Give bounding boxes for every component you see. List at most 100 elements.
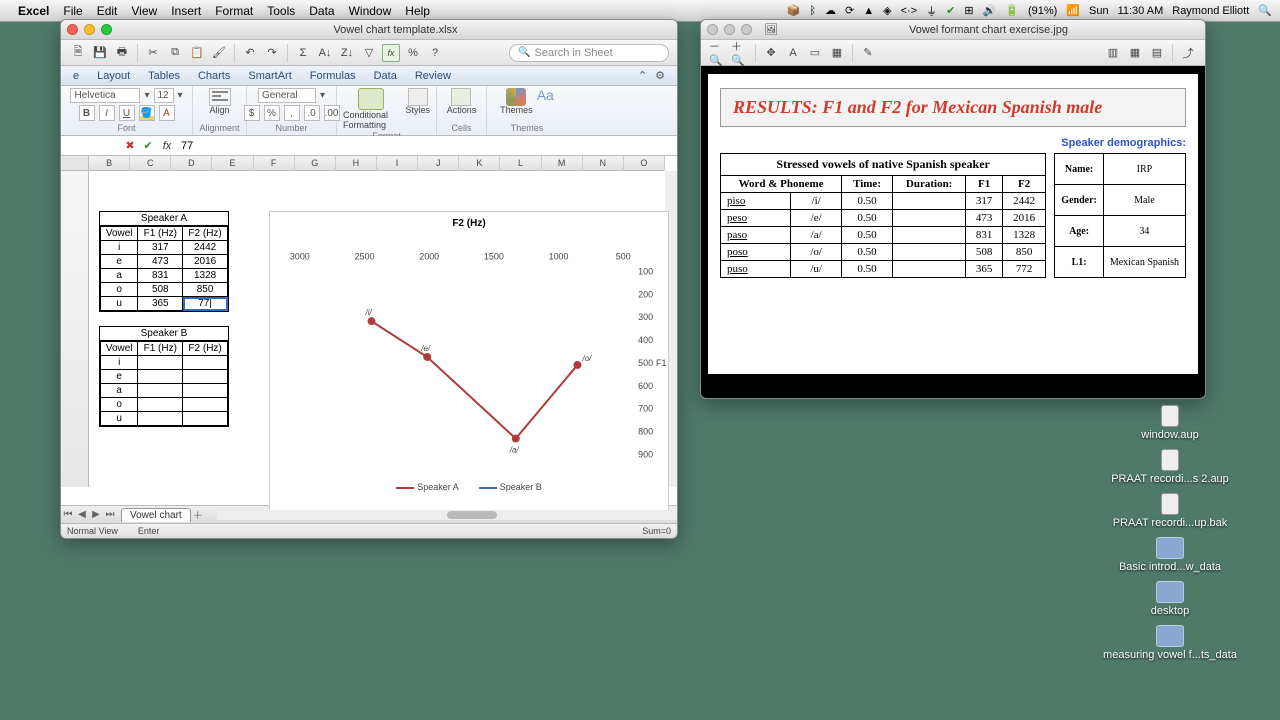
bold-button[interactable]: B (79, 105, 95, 121)
menu-window[interactable]: Window (349, 4, 392, 18)
sheet-tab[interactable]: Vowel chart (121, 508, 191, 522)
menu-help[interactable]: Help (405, 4, 430, 18)
conditional-formatting-button[interactable]: Conditional Formatting (343, 88, 399, 131)
diamond-icon[interactable]: ◈ (883, 4, 891, 17)
move-tool-icon[interactable]: ✥ (762, 44, 780, 62)
menuextra-icon[interactable]: 📦 (787, 4, 801, 17)
ribbon-tab-review[interactable]: Review (415, 70, 451, 82)
sidebar-hide-icon[interactable]: ▤ (1148, 44, 1166, 62)
sync-icon[interactable]: ⟳ (845, 4, 854, 17)
sidebar-thumbs-icon[interactable]: ▥ (1104, 44, 1122, 62)
select-all-corner[interactable] (61, 156, 89, 171)
battery-icon[interactable]: 🔋 (1005, 4, 1019, 17)
number-format-select[interactable]: General (258, 88, 316, 103)
filter-icon[interactable]: ▽ (360, 44, 378, 62)
view-mode[interactable]: Normal View (67, 526, 118, 536)
percent-icon[interactable]: % (404, 44, 422, 62)
font-color-button[interactable]: A (159, 105, 175, 121)
desktop-folder[interactable]: Basic introd...w_data (1090, 537, 1250, 573)
actions-button[interactable]: Actions (447, 88, 477, 116)
comma-button[interactable]: , (284, 105, 300, 121)
codecov-icon[interactable]: <·> (901, 5, 918, 17)
font-size-chevron-icon[interactable]: ▾ (178, 90, 183, 101)
menu-data[interactable]: Data (309, 4, 334, 18)
zoom-in-icon[interactable]: ＋🔍 (731, 44, 749, 62)
fill-color-button[interactable]: 🪣 (139, 105, 155, 121)
sum-icon[interactable]: Σ (294, 44, 312, 62)
share-icon[interactable]: ⤴ (1179, 44, 1197, 62)
desktop-file[interactable]: PRAAT recordi...s 2.aup (1090, 449, 1250, 485)
clock-time[interactable]: 11:30 AM (1118, 5, 1164, 17)
first-sheet-icon[interactable]: ⏮ (61, 509, 75, 520)
undo-icon[interactable]: ↶ (241, 44, 259, 62)
last-sheet-icon[interactable]: ⏭ (103, 509, 117, 520)
clock-day[interactable]: Sun (1089, 5, 1109, 17)
menu-insert[interactable]: Insert (171, 4, 201, 18)
italic-button[interactable]: I (99, 105, 115, 121)
accept-formula-icon[interactable]: ✔ (139, 139, 157, 152)
sort-asc-icon[interactable]: A↓ (316, 44, 334, 62)
sidebar-contact-icon[interactable]: ▦ (1126, 44, 1144, 62)
column-headers[interactable]: BC DE FG HI JK LM NO (89, 156, 665, 171)
currency-button[interactable]: $ (244, 105, 260, 121)
minimize-button[interactable] (84, 24, 95, 35)
add-sheet-button[interactable]: ＋ (191, 507, 205, 522)
ribbon-collapse-icon[interactable]: ⌃ (638, 69, 647, 82)
menu-view[interactable]: View (131, 4, 157, 18)
dec-inc-button[interactable]: .0 (304, 105, 320, 121)
next-sheet-icon[interactable]: ▶ (89, 509, 103, 520)
ribbon-tab-formulas[interactable]: Formulas (310, 70, 356, 82)
desktop-file[interactable]: PRAAT recordi...up.bak (1090, 493, 1250, 529)
fx-label[interactable]: fx (157, 140, 177, 152)
zoom-out-icon[interactable]: －🔍 (709, 44, 727, 62)
close-button[interactable] (67, 24, 78, 35)
styles-button[interactable]: Styles (405, 88, 430, 131)
help-icon[interactable]: ? (426, 44, 444, 62)
number-format-chevron-icon[interactable]: ▾ (320, 90, 325, 101)
annotate-icon[interactable]: ✎ (859, 44, 877, 62)
ribbon-tab-layout[interactable]: Layout (97, 70, 130, 82)
align-button[interactable]: Align (209, 88, 231, 116)
airport-icon[interactable]: 📶 (1066, 4, 1080, 17)
menu-edit[interactable]: Edit (97, 4, 118, 18)
menu-format[interactable]: Format (215, 4, 253, 18)
desktop-file[interactable]: window.aup (1090, 405, 1250, 441)
formula-input[interactable]: 77 (177, 140, 677, 152)
minimize-button[interactable] (724, 24, 735, 35)
excel-titlebar[interactable]: Vowel chart template.xlsx (61, 20, 677, 40)
paste-icon[interactable]: 📋 (188, 44, 206, 62)
underline-button[interactable]: U (119, 105, 135, 121)
ribbon-tab-tables[interactable]: Tables (148, 70, 180, 82)
desktop-folder[interactable]: measuring vowel f...ts_data (1090, 625, 1250, 661)
menu-file[interactable]: File (63, 4, 82, 18)
crop-tool-icon[interactable]: ▦ (828, 44, 846, 62)
select-tool-icon[interactable]: ▭ (806, 44, 824, 62)
drive-icon[interactable]: ▲ (863, 5, 874, 17)
appmenu-excel[interactable]: Excel (18, 4, 49, 18)
speaker-b-table[interactable]: Speaker B VowelF1 (Hz)F2 (Hz) i e a o u (99, 326, 229, 427)
redo-icon[interactable]: ↷ (263, 44, 281, 62)
theme-fonts-button[interactable]: Aa (537, 88, 554, 116)
bluetooth-icon[interactable]: ᛒ (809, 5, 816, 17)
zoom-button[interactable] (741, 24, 752, 35)
preview-canvas[interactable]: RESULTS: F1 and F2 for Mexican Spanish m… (701, 66, 1205, 398)
preview-titlebar[interactable]: 🖼 Vowel formant chart exercise.jpg (701, 20, 1205, 40)
themes-button[interactable]: Themes (500, 88, 533, 116)
horizontal-scrollbar[interactable] (217, 510, 677, 520)
print-icon[interactable]: 🖶 (113, 44, 131, 62)
close-button[interactable] (707, 24, 718, 35)
menu-tools[interactable]: Tools (267, 4, 295, 18)
ribbon-tab-home[interactable]: e (73, 70, 79, 82)
format-painter-icon[interactable]: 🖌 (210, 44, 228, 62)
prev-sheet-icon[interactable]: ◀ (75, 509, 89, 520)
percent-button[interactable]: % (264, 105, 280, 121)
new-file-icon[interactable]: 🗎 (69, 44, 87, 62)
font-name-chevron-icon[interactable]: ▾ (144, 90, 149, 101)
fx-icon[interactable]: fx (382, 44, 400, 62)
row-headers[interactable] (61, 171, 89, 487)
ribbon-tab-smartart[interactable]: SmartArt (248, 70, 291, 82)
font-name-select[interactable]: Helvetica (70, 88, 140, 103)
spotlight-icon[interactable]: 🔍 (1258, 4, 1272, 17)
util-icon[interactable]: ⊞ (964, 4, 973, 17)
zoom-button[interactable] (101, 24, 112, 35)
